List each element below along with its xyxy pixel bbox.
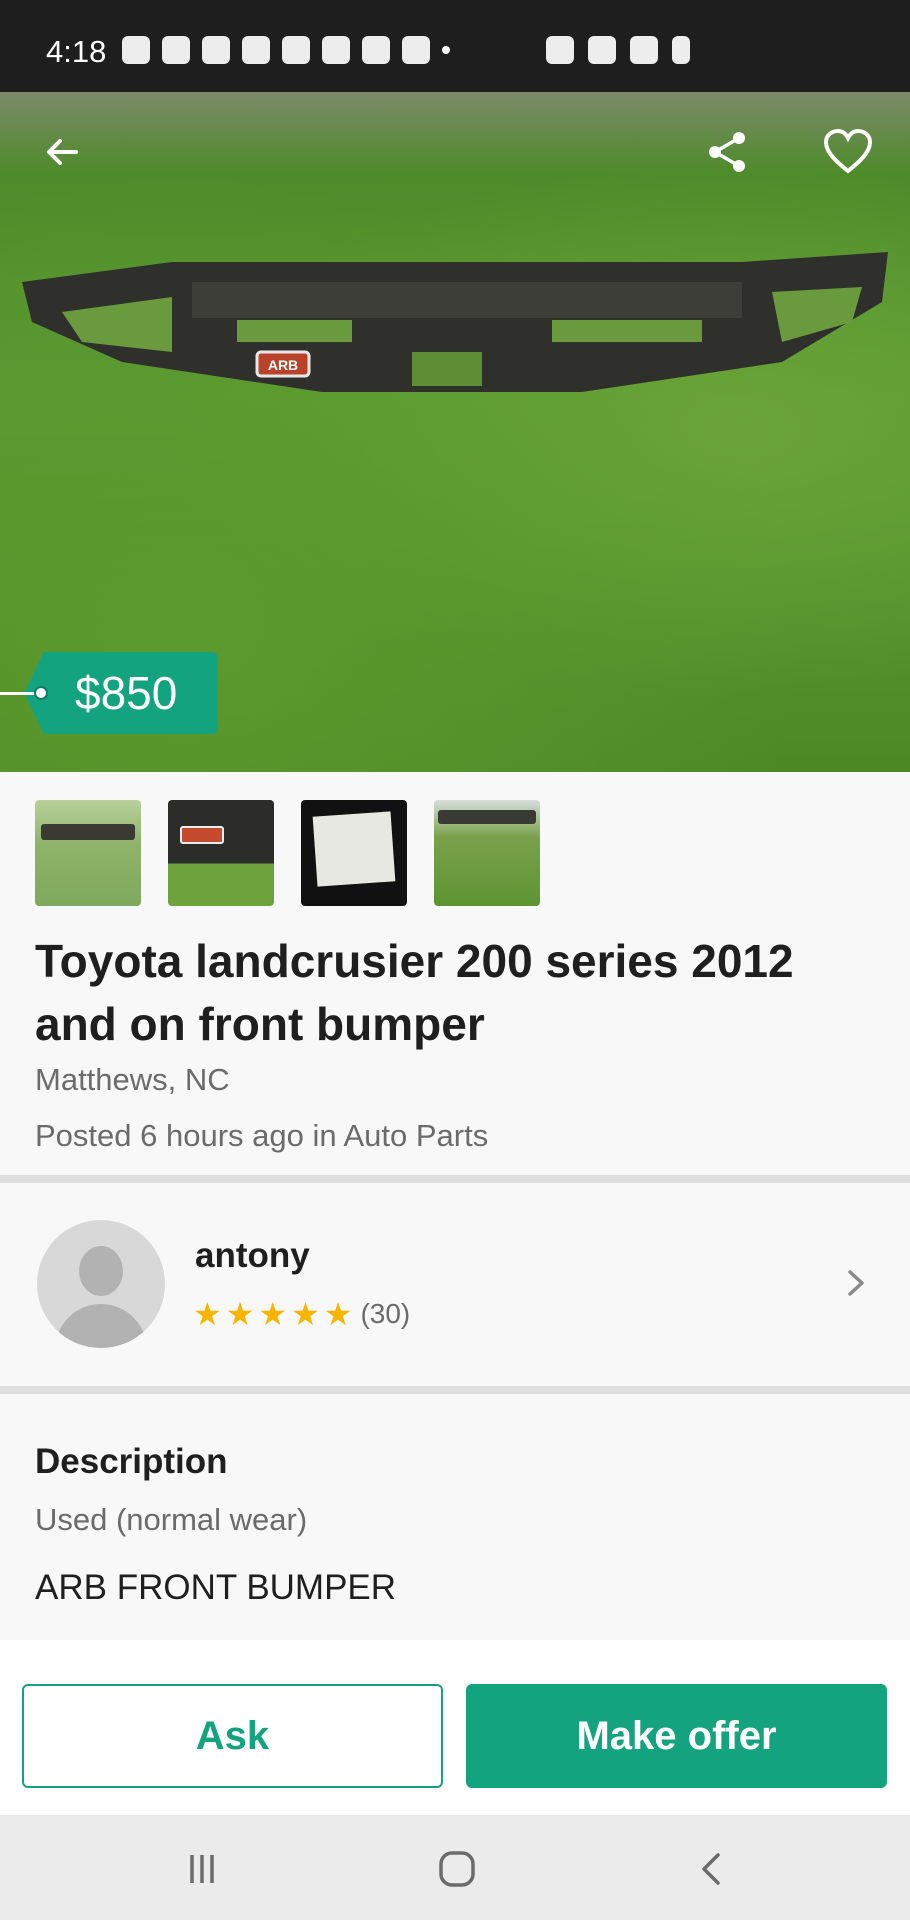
make-offer-button[interactable]: Make offer (466, 1684, 887, 1788)
news-icon (202, 36, 230, 64)
thumbnail-3[interactable] (301, 800, 407, 906)
listing-posted: Posted 6 hours ago in Auto Parts (35, 1118, 489, 1153)
thumbnail-2[interactable] (168, 800, 274, 906)
action-bar: Ask Make offer (0, 1640, 910, 1815)
listing-title: Toyota landcrusier 200 series 2012 and o… (35, 935, 794, 1050)
wifi-icon (588, 36, 616, 64)
price-tag-hole (34, 686, 48, 700)
thumbnail-1[interactable] (35, 800, 141, 906)
seller-rating: ★ ★ ★ ★ ★ (30) (193, 1298, 410, 1330)
chevron-left-icon (702, 1853, 720, 1885)
system-nav-bar (0, 1815, 910, 1920)
description-heading: Description (35, 1442, 228, 1481)
more-notifications-dot (442, 46, 450, 54)
item-condition: Used (normal wear) (35, 1502, 308, 1537)
share-icon (709, 132, 745, 172)
battery-icon (672, 36, 690, 64)
bumper-photo: ARB (22, 252, 888, 392)
system-icons (546, 36, 690, 64)
recent-apps-icon (190, 1855, 214, 1883)
status-time: 4:18 (46, 34, 107, 69)
description-text: ARB FRONT BUMPER (35, 1568, 397, 1607)
thumbnail-4[interactable] (434, 800, 540, 906)
back-nav-button[interactable] (690, 1847, 734, 1891)
rating-count: (30) (360, 1298, 411, 1329)
reddit-icon (402, 36, 430, 64)
star-icon: ★ (193, 1296, 222, 1332)
favorite-button[interactable] (818, 122, 878, 182)
signal-icon (630, 36, 658, 64)
app-notification-icon (322, 36, 350, 64)
listing-location: Matthews, NC (35, 1062, 230, 1097)
star-icon: ★ (291, 1296, 320, 1332)
seller-name: antony (195, 1236, 310, 1275)
star-icon: ★ (323, 1296, 353, 1332)
chevron-right-icon (848, 1270, 864, 1296)
back-button[interactable] (32, 122, 92, 182)
listing-photo[interactable]: ARB $850 (0, 92, 910, 772)
star-icon: ★ (225, 1296, 255, 1332)
facebook-icon (122, 36, 150, 64)
status-bar: 4:18 (0, 0, 910, 92)
mute-icon (546, 36, 574, 64)
price-tag: $850 (0, 652, 218, 734)
recent-apps-button[interactable] (180, 1847, 224, 1891)
ask-button[interactable]: Ask (22, 1684, 443, 1788)
home-icon (439, 1851, 475, 1887)
avatar (37, 1220, 165, 1348)
divider (0, 1386, 910, 1394)
circle-app-icon (282, 36, 310, 64)
notification-icons (122, 36, 450, 64)
seller-card[interactable]: antony ★ ★ ★ ★ ★ (30) (0, 1184, 910, 1384)
heart-icon (823, 129, 873, 174)
price: $850 (75, 667, 178, 719)
photo-thumbnails (35, 800, 540, 906)
arrow-left-icon (47, 139, 78, 165)
share-button[interactable] (697, 122, 757, 182)
star-icon: ★ (258, 1296, 288, 1332)
news-icon (242, 36, 270, 64)
app-notification-icon (162, 36, 190, 64)
divider (0, 1175, 910, 1183)
arb-logo: ARB (268, 357, 298, 373)
bell-icon (362, 36, 390, 64)
home-button[interactable] (435, 1847, 479, 1891)
